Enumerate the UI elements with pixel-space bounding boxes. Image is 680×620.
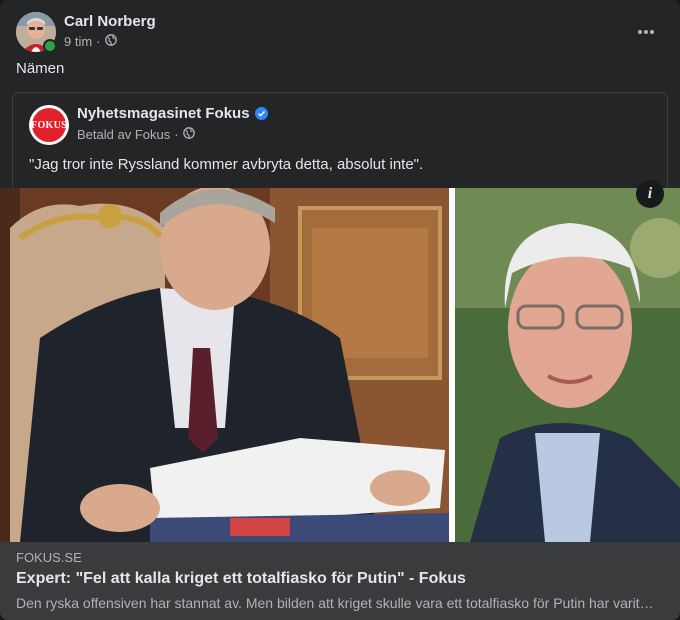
author-avatar[interactable] <box>16 12 57 53</box>
link-title[interactable]: Expert: "Fel att kalla kriget ett totalf… <box>16 570 466 588</box>
link-description: Den ryska offensiven har stannat av. Men… <box>16 595 656 611</box>
post-meta: 9 tim · <box>64 34 117 49</box>
post-timestamp[interactable]: 9 tim <box>64 34 92 49</box>
link-preview-image[interactable] <box>0 186 680 542</box>
shared-post-card[interactable]: FOKUS Nyhetsmagasinet Fokus Betald av Fo… <box>12 92 668 190</box>
meta-separator: · <box>174 127 179 142</box>
info-icon[interactable]: i <box>636 180 664 208</box>
feed-post: Carl Norberg 9 tim · Nämen FOKUS Nyhetsm… <box>0 0 680 620</box>
meta-separator: · <box>96 34 101 49</box>
page-name[interactable]: Nyhetsmagasinet Fokus <box>77 105 268 122</box>
link-domain: FOKUS.SE <box>16 550 82 565</box>
paid-by-label[interactable]: Betald av Fokus <box>77 127 170 142</box>
more-options-button[interactable] <box>632 18 660 46</box>
online-status-dot <box>43 39 57 53</box>
fokus-logo-icon: FOKUS <box>31 108 67 142</box>
author-name[interactable]: Carl Norberg <box>64 13 156 30</box>
globe-icon <box>182 127 195 142</box>
page-name-label: Nyhetsmagasinet Fokus <box>77 105 250 122</box>
sponsored-meta: Betald av Fokus · <box>77 127 195 142</box>
link-preview-card[interactable]: FOKUS.SE Expert: "Fel att kalla kriget e… <box>0 542 680 620</box>
more-horizontal-icon <box>638 30 654 34</box>
globe-icon <box>104 34 117 49</box>
post-body-text: Nämen <box>16 60 65 77</box>
shared-post-text: "Jag tror inte Ryssland kommer avbryta d… <box>29 156 424 173</box>
verified-badge-icon <box>254 107 268 120</box>
page-logo[interactable]: FOKUS <box>29 105 69 145</box>
